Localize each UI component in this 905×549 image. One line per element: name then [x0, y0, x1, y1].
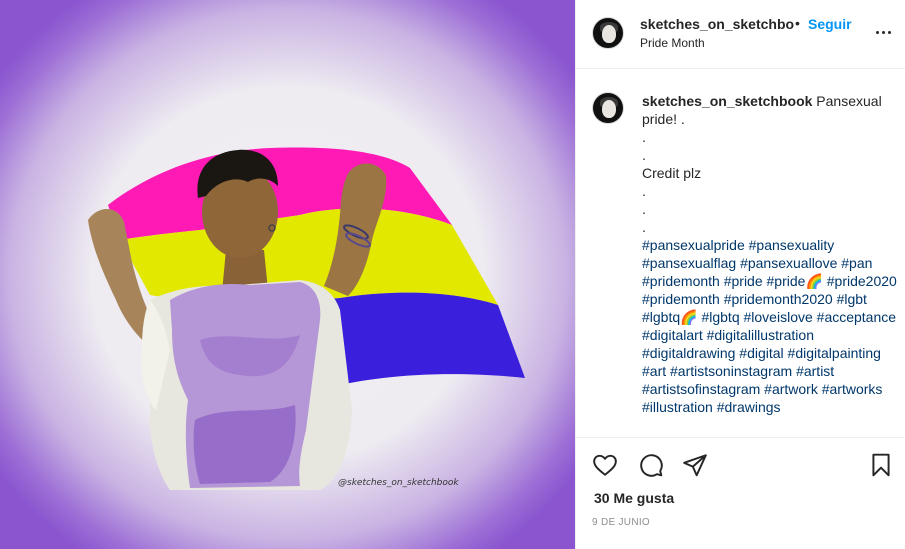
follow-button[interactable]: Seguir [808, 16, 852, 32]
caption-username[interactable]: sketches_on_sketchbook [642, 93, 812, 109]
author-username[interactable]: sketches_on_sketchbo [640, 16, 794, 32]
bookmark-icon[interactable] [868, 452, 894, 478]
heart-icon[interactable] [592, 452, 618, 478]
pride-illustration [88, 147, 525, 490]
caption-avatar[interactable] [592, 92, 624, 124]
post-actions: 30 Me gusta 9 DE JUNIO [576, 437, 905, 549]
comment-icon[interactable] [638, 452, 664, 478]
caption-text: sketches_on_sketchbook Pansexual pride! … [642, 92, 900, 416]
post-header: sketches_on_sketchbo • Seguir Pride Mont… [576, 0, 905, 69]
author-avatar[interactable] [592, 17, 624, 49]
watermark: @sketches_on_sketchbook [338, 478, 459, 488]
more-options-icon[interactable] [874, 22, 894, 42]
post-date[interactable]: 9 DE JUNIO [592, 517, 650, 528]
post-location[interactable]: Pride Month [640, 36, 705, 50]
post-side-panel: sketches_on_sketchbo • Seguir Pride Mont… [575, 0, 905, 549]
share-icon[interactable] [682, 452, 708, 478]
like-count[interactable]: 30 Me gusta [594, 490, 674, 506]
separator-dot: • [795, 15, 800, 31]
caption-area: sketches_on_sketchbook Pansexual pride! … [576, 70, 905, 436]
caption-body: Pansexual pride! . . . Credit plz . . . [642, 93, 882, 235]
caption-hashtags[interactable]: #pansexualpride #pansexuality #pansexual… [642, 237, 901, 415]
post-image[interactable]: @sketches_on_sketchbook [0, 0, 575, 549]
